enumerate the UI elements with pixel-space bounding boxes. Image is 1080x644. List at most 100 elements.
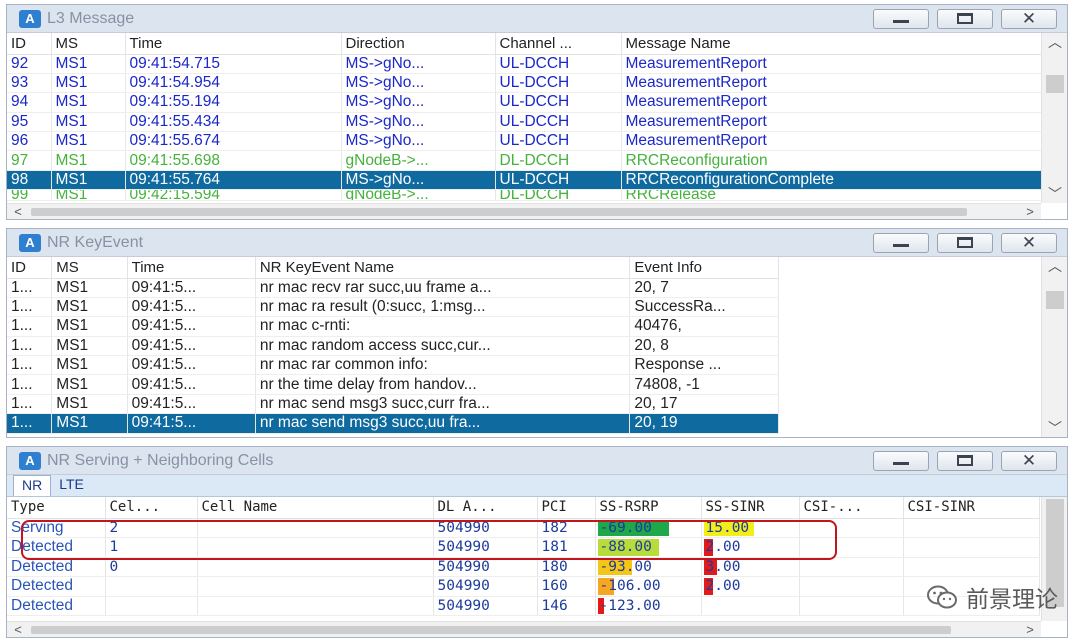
table-row[interactable]: 99 MS1 09:42:15.594 gNodeB->... DL-DCCH RRCRe… [7, 189, 1042, 202]
sinr-value: 2.00 [705, 578, 741, 595]
cells-column-header[interactable]: SS-SINR [701, 497, 800, 519]
cell-csi-sinr [903, 557, 1040, 577]
scroll-left-icon[interactable]: < [9, 204, 27, 219]
cell-info: SuccessRa... [629, 297, 779, 318]
cell-name: nr mac rar common info: [255, 355, 631, 376]
cell-type: Detected [7, 596, 106, 616]
cell-time: 09:41:5... [127, 355, 256, 376]
scroll-up-icon[interactable]: ︿ [1042, 257, 1067, 275]
cell-ms: MS1 [51, 413, 128, 434]
app-logo-icon: A [19, 233, 41, 252]
table-row[interactable]: Detected 504990 146 -123.00 [7, 596, 1040, 616]
keyevent-column-header[interactable]: Event Info [629, 257, 779, 279]
close-button[interactable]: ✕ [1001, 232, 1057, 253]
table-row[interactable]: 97 MS1 09:41:55.698 gNodeB->... DL-DCCH RRCRe… [7, 150, 1042, 171]
cell-msg: RRCReconfiguration [621, 150, 1042, 171]
scroll-up-icon[interactable]: ︿ [1042, 33, 1067, 51]
cell-ms: MS1 [51, 150, 126, 171]
tab-lte[interactable]: LTE [51, 475, 92, 496]
l3-column-header[interactable]: MS [51, 33, 126, 55]
table-row[interactable]: 93 MS1 09:41:54.954 MS->gNo... UL-DCCH Measur… [7, 73, 1042, 94]
maximize-button[interactable] [937, 232, 993, 253]
nr-cells-titlebar[interactable]: A NR Serving + Neighboring Cells ✕ [7, 447, 1067, 475]
tab-nr[interactable]: NR [13, 475, 52, 496]
cell-name [197, 576, 434, 597]
cell-time: 09:41:55.434 [125, 112, 342, 133]
cell-csi-sinr [903, 518, 1040, 538]
maximize-button[interactable] [937, 8, 993, 29]
maximize-button[interactable] [937, 450, 993, 471]
table-row[interactable]: 1... MS1 09:41:5... nr the time delay from … [7, 374, 779, 395]
cells-column-header[interactable]: Cel... [105, 497, 198, 519]
cell-time: 09:42:15.594 [125, 189, 342, 202]
close-button[interactable]: ✕ [1001, 8, 1057, 29]
cell-ch: UL-DCCH [495, 92, 622, 113]
cell-time: 09:41:55.698 [125, 150, 342, 171]
table-row[interactable]: 98 MS1 09:41:55.764 MS->gNo... UL-DCCH RRCRec… [7, 170, 1042, 191]
scroll-right-icon[interactable]: > [1021, 204, 1039, 219]
cell-time: 09:41:54.715 [125, 54, 342, 74]
app-logo-icon: A [19, 451, 41, 470]
scroll-down-icon[interactable]: ﹀ [1042, 419, 1067, 437]
l3-horizontal-scrollbar[interactable]: < > [7, 203, 1041, 219]
cell-info: 40476, [629, 316, 779, 337]
cells-column-header[interactable]: Cell Name [197, 497, 434, 519]
cells-horizontal-scrollbar[interactable]: < > [7, 621, 1041, 637]
keyevent-column-header[interactable]: MS [51, 257, 128, 279]
minimize-button[interactable] [873, 232, 929, 253]
l3-message-titlebar[interactable]: A L3 Message ✕ [7, 5, 1067, 33]
l3-vertical-scrollbar[interactable]: ︿ ﹀ [1041, 33, 1067, 203]
table-row[interactable]: 95 MS1 09:41:55.434 MS->gNo... UL-DCCH Measur… [7, 112, 1042, 133]
cells-hscroll-thumb[interactable] [31, 626, 951, 634]
scroll-down-icon[interactable]: ﹀ [1042, 185, 1067, 203]
table-row[interactable]: 1... MS1 09:41:5... nr mac random access su… [7, 336, 779, 357]
scroll-left-icon[interactable]: < [9, 622, 27, 637]
cell-ms: MS1 [51, 355, 128, 376]
minimize-button[interactable] [873, 450, 929, 471]
scroll-right-icon[interactable]: > [1021, 622, 1039, 637]
cells-column-header[interactable]: CSI-... [799, 497, 904, 519]
table-row[interactable]: 1... MS1 09:41:5... nr mac recv rar succ,uu… [7, 278, 779, 298]
cell-id: 94 [7, 92, 52, 113]
keyevent-column-header[interactable]: ID [7, 257, 53, 279]
cell-id: 99 [7, 189, 52, 202]
keyevent-column-header[interactable]: NR KeyEvent Name [255, 257, 631, 279]
cell-time: 09:41:5... [127, 278, 256, 298]
l3-column-header[interactable]: ID [7, 33, 52, 55]
table-row[interactable]: Detected 504990 160 -106.00 2.00 [7, 576, 1040, 597]
cells-column-header[interactable]: DL A... [433, 497, 538, 519]
cell-ch: UL-DCCH [495, 73, 622, 94]
cells-column-header[interactable]: SS-RSRP [595, 497, 702, 519]
l3-column-header[interactable]: Direction [341, 33, 496, 55]
cell-time: 09:41:5... [127, 374, 256, 395]
close-button[interactable]: ✕ [1001, 450, 1057, 471]
keyevent-vertical-scrollbar[interactable]: ︿ ﹀ [1041, 257, 1067, 437]
nr-keyevent-panel: A NR KeyEvent ✕ ID MS Time NR KeyEvent Name… [6, 228, 1068, 438]
table-row[interactable]: 1... MS1 09:41:5... nr mac send msg3 succ,u… [7, 413, 779, 434]
keyevent-scroll-thumb[interactable] [1046, 291, 1064, 309]
nr-cells-title: NR Serving + Neighboring Cells [47, 451, 274, 469]
cell-dir: MS->gNo... [341, 54, 496, 74]
table-row[interactable]: 1... MS1 09:41:5... nr mac rar common info:… [7, 355, 779, 376]
nr-keyevent-titlebar[interactable]: A NR KeyEvent ✕ [7, 229, 1067, 257]
cell-name: nr mac send msg3 succ,curr fra... [255, 394, 631, 415]
cell-ms: MS1 [51, 54, 126, 74]
minimize-icon [893, 462, 909, 465]
l3-column-header[interactable]: Channel ... [495, 33, 622, 55]
table-row[interactable]: 1... MS1 09:41:5... nr mac c-rnti: 40476, [7, 316, 779, 337]
cells-column-header[interactable]: PCI [537, 497, 596, 519]
keyevent-column-header[interactable]: Time [127, 257, 256, 279]
table-row[interactable]: 94 MS1 09:41:55.194 MS->gNo... UL-DCCH Measur… [7, 92, 1042, 113]
table-row[interactable]: 92 MS1 09:41:54.715 MS->gNo... UL-DCCH Measur… [7, 54, 1042, 74]
cell-ch: UL-DCCH [495, 54, 622, 74]
l3-scroll-thumb[interactable] [1046, 75, 1064, 93]
table-row[interactable]: 1... MS1 09:41:5... nr mac send msg3 succ,c… [7, 394, 779, 415]
cells-column-header[interactable]: Type [7, 497, 106, 519]
table-row[interactable]: 96 MS1 09:41:55.674 MS->gNo... UL-DCCH Measur… [7, 131, 1042, 152]
minimize-button[interactable] [873, 8, 929, 29]
l3-hscroll-thumb[interactable] [31, 208, 967, 216]
cells-column-header[interactable]: CSI-SINR [903, 497, 1040, 519]
l3-column-header[interactable]: Time [125, 33, 342, 55]
l3-column-header[interactable]: Message Name [621, 33, 1042, 55]
table-row[interactable]: 1... MS1 09:41:5... nr mac ra result (0:suc… [7, 297, 779, 318]
